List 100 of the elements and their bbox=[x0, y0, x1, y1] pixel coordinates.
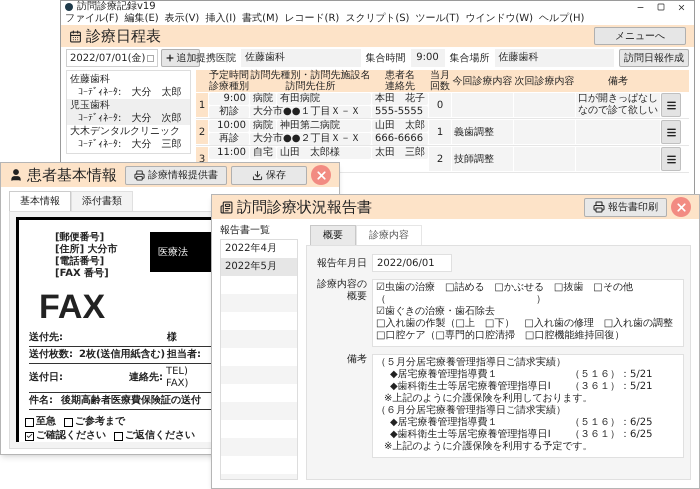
filter-label: 集合時間 bbox=[366, 52, 406, 66]
row-menu-button[interactable] bbox=[661, 120, 681, 144]
report-item[interactable]: 2022年5月 bbox=[221, 258, 297, 276]
tab[interactable]: 基本情報 bbox=[9, 191, 71, 211]
field-label: 送付日: bbox=[29, 372, 64, 384]
close-icon[interactable] bbox=[677, 2, 686, 12]
field-value: 後期高齢者医療費保険証の送付 bbox=[61, 395, 201, 407]
filter-field[interactable]: 佐藤歯科 bbox=[494, 49, 614, 67]
row-menu-button[interactable] bbox=[661, 93, 681, 117]
table-cell: 666-6666 bbox=[372, 133, 428, 145]
notes-amount: （３６１）：6/25 bbox=[570, 429, 652, 441]
field-label: 備考 bbox=[346, 354, 367, 366]
app-logo-icon bbox=[65, 3, 73, 11]
menu-item[interactable]: ヘルプ(H) bbox=[539, 13, 584, 25]
table-cell: 太田 三郎 bbox=[372, 147, 428, 159]
tab[interactable]: 添付書類 bbox=[71, 191, 133, 211]
menu-item[interactable]: 表示(V) bbox=[164, 13, 200, 25]
table-cell: 1 bbox=[429, 120, 451, 144]
table-cell bbox=[452, 93, 513, 117]
field-label: 連絡先: bbox=[129, 372, 163, 384]
field-label: 件名: bbox=[29, 395, 53, 407]
notes-item: ◆歯科衛生士等居宅療養管理指導日Ⅰ bbox=[390, 381, 552, 392]
notes-amount: （５１６）：6/25 bbox=[570, 417, 652, 429]
toolbar-button[interactable]: 保存 bbox=[231, 166, 307, 184]
summary-line: ☑歯ぐきの治療・歯石除去 bbox=[376, 306, 496, 318]
table-cell: 再診 bbox=[209, 133, 249, 145]
table-cell: 病院 bbox=[250, 120, 276, 132]
daily-report-button[interactable]: 訪問日報作成 bbox=[619, 49, 689, 67]
printer-icon bbox=[134, 170, 145, 180]
window-title: 患者基本情報 bbox=[27, 164, 117, 186]
notes-remark: ※上記のように介護保険を利用する予定です。 bbox=[383, 441, 594, 453]
print-button[interactable]: 報告書印刷 bbox=[584, 198, 667, 216]
menu-item[interactable]: ウインドウ(W) bbox=[465, 13, 534, 25]
table-cell: 有田病院 bbox=[277, 93, 371, 105]
page-title: 診療日程表 bbox=[86, 27, 161, 45]
summary-line: ☑虫歯の治療 □詰める □かぶせる □抜歯 □その他 bbox=[376, 282, 634, 294]
notes-item: ◆居宅療養管理指導費１ bbox=[390, 369, 499, 380]
summary-line: （ ） bbox=[376, 294, 547, 306]
field-label: 様 bbox=[167, 332, 177, 344]
table-cell: 自宅 bbox=[250, 147, 276, 159]
clinic-item[interactable]: 児玉歯科 ｺｰﾃﾞｨﾈｰﾀ: 大分 次郎 bbox=[67, 99, 190, 125]
column-header: 備考 bbox=[607, 76, 629, 86]
row-number: 1 bbox=[196, 93, 208, 117]
field-label: 送付先: bbox=[29, 332, 64, 344]
menu-item[interactable]: 編集(E) bbox=[124, 13, 159, 25]
maximize-icon[interactable] bbox=[657, 2, 665, 10]
tab[interactable]: 概要 bbox=[310, 225, 356, 245]
notes-item: ◆居宅療養管理指導費１ bbox=[390, 417, 499, 428]
address-line: [FAX 番号] bbox=[55, 268, 110, 280]
date-field[interactable]: 2022/06/01 bbox=[372, 254, 452, 272]
table-cell: 本田 花子 bbox=[372, 93, 428, 105]
clinic-name: 佐藤歯科 bbox=[70, 73, 111, 86]
table-cell: 神田第二病院 bbox=[277, 120, 371, 132]
coordinator-name: ｺｰﾃﾞｨﾈｰﾀ: 大分 三郎 bbox=[77, 138, 182, 151]
menu-item[interactable]: レコード(R) bbox=[284, 13, 340, 25]
plus-icon bbox=[165, 53, 176, 63]
column-header: 今回診療内容 bbox=[452, 76, 513, 86]
address-line: [住所] 大分市 bbox=[55, 244, 119, 256]
menu-button[interactable]: メニューへ bbox=[594, 27, 686, 45]
table-cell: 大分市●●１丁目Ｘ－Ｘ bbox=[250, 106, 371, 118]
close-icon bbox=[674, 200, 688, 214]
notes-item: ◆歯科衛生士等居宅療養管理指導日Ⅰ bbox=[390, 429, 552, 440]
row-number: 2 bbox=[196, 120, 208, 144]
filter-label: 集合場所 bbox=[450, 52, 490, 66]
menu-item[interactable]: 書式(M) bbox=[242, 13, 279, 25]
field-label: 担当者: bbox=[167, 349, 201, 361]
menu-item[interactable]: ツール(T) bbox=[415, 13, 460, 25]
tab[interactable]: 診療内容 bbox=[356, 225, 422, 245]
menu-item[interactable]: ファイル(F) bbox=[65, 13, 119, 25]
notes-amount: （５１６）：5/21 bbox=[570, 369, 652, 381]
close-icon bbox=[314, 168, 328, 182]
menu-icon bbox=[666, 100, 676, 110]
report-item[interactable]: 2022年4月 bbox=[221, 240, 297, 258]
menu-item[interactable]: スクリプト(S) bbox=[345, 13, 410, 25]
column-header: 訪問先種別・訪問先施設名 訪問先住所 bbox=[250, 70, 371, 92]
filter-field[interactable]: 佐藤歯科 bbox=[241, 49, 360, 67]
summary-field[interactable]: ☑虫歯の治療 □詰める □かぶせる □抜歯 □その他 （ ） ☑歯ぐきの治療・歯石除去 □入れ歯の作製（□上 □下） □入れ歯の修理 □入れ歯の調整 □口腔ケア（□専門的口腔清掃 □口腔機能維持回復） bbox=[372, 279, 684, 347]
table-cell: 義歯調整 bbox=[452, 120, 513, 144]
table-cell: 10:00 bbox=[209, 120, 249, 132]
row-menu-button[interactable] bbox=[661, 147, 681, 171]
table-cell bbox=[514, 93, 575, 117]
column-header: 次回診療内容 bbox=[514, 76, 575, 86]
table-cell: 大分市●●２丁目Ｘ－Ｘ bbox=[250, 133, 371, 145]
field-value: 2枚(送信用紙含む) bbox=[79, 349, 166, 361]
filter-field[interactable]: 9:00 bbox=[410, 49, 444, 67]
menu-item[interactable]: 挿入(I) bbox=[205, 13, 236, 25]
table-cell: 病院 bbox=[250, 93, 276, 105]
printer-icon bbox=[593, 201, 605, 213]
field-value: TEL) bbox=[166, 366, 188, 378]
notes-field[interactable]: （５月分居宅療養管理指導日ご請求実績） ◆居宅療養管理指導費１ （５１６）：5/21 ◆歯科衛生士等居宅療養管理指導日Ⅰ （３６１）：5/21 ※上記のように介護保険を利用しております。 （６月分居宅療養管理指導日ご請求実績） ◆居宅療養管理指導費１ （５１６）：6/25 ◆歯科衛生士等居宅療養管理指導日Ⅰ （３６１）：6/25 ※上記のように介護保険を利用する予定です。 bbox=[372, 354, 684, 458]
date-field[interactable]: 2022/07/01(金) bbox=[66, 49, 158, 67]
table-cell bbox=[514, 120, 575, 144]
field-label: 診療内容の概要 bbox=[316, 279, 367, 303]
document-icon bbox=[220, 200, 233, 214]
list-label: 報告書一覧 bbox=[220, 225, 271, 237]
summary-line: □入れ歯の作製（□上 □下） □入れ歯の修理 □入れ歯の調整 bbox=[376, 318, 674, 330]
address-line: [電話番号] bbox=[55, 256, 106, 268]
table-cell: 山田 太郎様 bbox=[277, 147, 371, 159]
menu-icon bbox=[666, 126, 676, 138]
toolbar-button[interactable]: 診療情報提供書 bbox=[125, 166, 227, 184]
